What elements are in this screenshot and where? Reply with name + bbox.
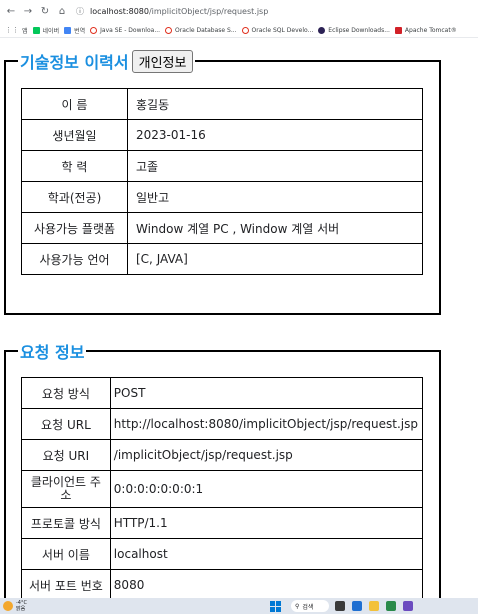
- home-icon[interactable]: ⌂: [56, 5, 68, 19]
- site-info-icon[interactable]: ⓘ: [76, 4, 84, 20]
- address-bar[interactable]: ⓘ localhost:8080 /implicitObject/jsp/req…: [76, 4, 268, 20]
- table-row: 서버 포트 번호 8080: [21, 569, 424, 598]
- table-row: 요청 방식 POST: [21, 377, 424, 409]
- row-value: POST: [109, 377, 424, 409]
- table-row: 학 력 고졸: [21, 150, 423, 182]
- windows-start-icon[interactable]: [270, 600, 281, 612]
- row-key: 생년월일: [21, 119, 128, 151]
- row-key: 학 력: [21, 150, 128, 182]
- row-key: 요청 방식: [21, 377, 111, 409]
- bookmark-oracle-database[interactable]: Oracle Database S...: [165, 27, 237, 34]
- table-row: 사용가능 언어 [C, JAVA]: [21, 243, 423, 275]
- file-explorer-icon[interactable]: [369, 601, 379, 611]
- bookmark-label: 앱: [22, 28, 28, 35]
- table-row: 클라이언트 주소 0:0:0:0:0:0:0:1: [21, 470, 424, 508]
- bookmark-tomcat[interactable]: Apache Tomcat®: [394, 27, 457, 34]
- bookmark-label: Oracle SQL Develo...: [251, 27, 314, 34]
- row-value: HTTP/1.1: [109, 507, 424, 539]
- tomcat-icon: [394, 27, 402, 34]
- row-key: 서버 이름: [21, 538, 111, 570]
- row-value: 0:0:0:0:0:0:0:1: [109, 470, 424, 508]
- url-path: /implicitObject/jsp/request.jsp: [148, 7, 269, 16]
- request-info-legend: 요청 정보: [18, 339, 86, 363]
- row-key: 클라이언트 주소: [21, 470, 111, 508]
- personal-info-button[interactable]: 개인정보: [131, 49, 194, 73]
- table-row: 학과(전공) 일반고: [21, 181, 423, 213]
- forward-arrow-icon[interactable]: →: [22, 5, 34, 19]
- app-icon[interactable]: [403, 601, 413, 611]
- bookmark-label: Eclipse Downloads...: [328, 27, 390, 34]
- chat-icon[interactable]: [352, 601, 362, 611]
- reload-icon[interactable]: ↻: [39, 5, 51, 19]
- resume-table: 이 름 홍길동 생년월일 2023-01-16 학 력 고졸 학과(전공) 일반…: [21, 88, 423, 275]
- row-key: 요청 URL: [21, 408, 111, 440]
- bookmark-oracle-sql-developer[interactable]: Oracle SQL Develo...: [241, 27, 314, 34]
- bookmark-label: 네이버: [42, 28, 60, 35]
- bookmark-apps[interactable]: ⋮⋮ 앱: [5, 26, 28, 36]
- table-row: 요청 URL http://localhost:8080/implicitObj…: [21, 408, 424, 440]
- bookmark-label: Apache Tomcat®: [404, 27, 457, 34]
- taskbar-search[interactable]: ⚲ 검색: [291, 600, 329, 612]
- table-row: 프로토콜 방식 HTTP/1.1: [21, 507, 424, 539]
- store-icon[interactable]: [386, 601, 396, 611]
- row-value: 2023-01-16: [127, 119, 423, 151]
- oracle-icon: [165, 27, 173, 34]
- bookmark-java-se[interactable]: Java SE - Downloa...: [90, 27, 160, 34]
- url-host: localhost:8080: [90, 7, 149, 16]
- row-value: Window 계열 PC , Window 계열 서버: [127, 212, 423, 244]
- task-view-icon[interactable]: [335, 601, 345, 611]
- table-row: 생년월일 2023-01-16: [21, 119, 423, 151]
- row-value: 고졸: [127, 150, 423, 182]
- table-row: 사용가능 플랫폼 Window 계열 PC , Window 계열 서버: [21, 212, 423, 244]
- table-row: 요청 URI /implicitObject/jsp/request.jsp: [21, 439, 424, 471]
- row-key: 사용가능 언어: [21, 243, 128, 275]
- table-row: 서버 이름 localhost: [21, 538, 424, 570]
- sun-icon: [3, 601, 13, 611]
- row-key: 학과(전공): [21, 181, 128, 213]
- request-info-table: 요청 방식 POST 요청 URL http://localhost:8080/…: [21, 377, 424, 598]
- translate-icon: [64, 27, 72, 34]
- row-key: 요청 URI: [21, 439, 111, 471]
- weather-widget[interactable]: -4°C 맑음: [3, 600, 27, 612]
- row-value: /implicitObject/jsp/request.jsp: [109, 439, 424, 471]
- taskbar: -4°C 맑음 ⚲ 검색: [0, 598, 478, 614]
- naver-icon: [32, 27, 40, 34]
- row-key: 프로토콜 방식: [21, 507, 111, 539]
- bookmark-naver[interactable]: 네이버: [32, 26, 60, 35]
- bookmark-eclipse[interactable]: Eclipse Downloads...: [318, 27, 390, 34]
- bookmark-label: Java SE - Downloa...: [100, 27, 161, 34]
- weather-condition: 맑음: [16, 606, 26, 612]
- row-key: 서버 포트 번호: [21, 569, 111, 598]
- row-value: 8080: [109, 569, 424, 598]
- oracle-icon: [241, 27, 249, 34]
- row-key: 이 름: [21, 88, 128, 120]
- apps-grid-icon: ⋮⋮: [5, 26, 19, 34]
- row-key: 사용가능 플랫폼: [21, 212, 128, 244]
- resume-legend: 기술정보 이력서 개인정보: [18, 49, 195, 73]
- page-content: 기술정보 이력서 개인정보 이 름 홍길동 생년월일 2023-01-16 학 …: [0, 39, 478, 598]
- row-value: 홍길동: [127, 88, 423, 120]
- row-value: http://localhost:8080/implicitObject/jsp…: [109, 408, 424, 440]
- search-icon: ⚲: [295, 602, 300, 610]
- oracle-icon: [90, 27, 98, 34]
- search-label: 검색: [302, 603, 314, 611]
- browser-toolbar: ← → ↻ ⌂ ⓘ localhost:8080 /implicitObject…: [0, 0, 478, 24]
- bookmark-translate[interactable]: 번역: [64, 26, 85, 35]
- resume-title: 기술정보 이력서: [20, 53, 129, 72]
- eclipse-icon: [318, 27, 326, 34]
- back-arrow-icon[interactable]: ←: [5, 5, 17, 19]
- request-info-title: 요청 정보: [20, 343, 85, 362]
- row-value: 일반고: [127, 181, 423, 213]
- row-value: [C, JAVA]: [127, 243, 423, 275]
- table-row: 이 름 홍길동: [21, 88, 423, 120]
- row-value: localhost: [109, 538, 424, 570]
- bookmark-label: Oracle Database S...: [175, 27, 237, 34]
- bookmark-label: 번역: [74, 28, 86, 35]
- bookmarks-bar: ⋮⋮ 앱 네이버 번역 Java SE - Downloa... Oracle …: [0, 24, 478, 38]
